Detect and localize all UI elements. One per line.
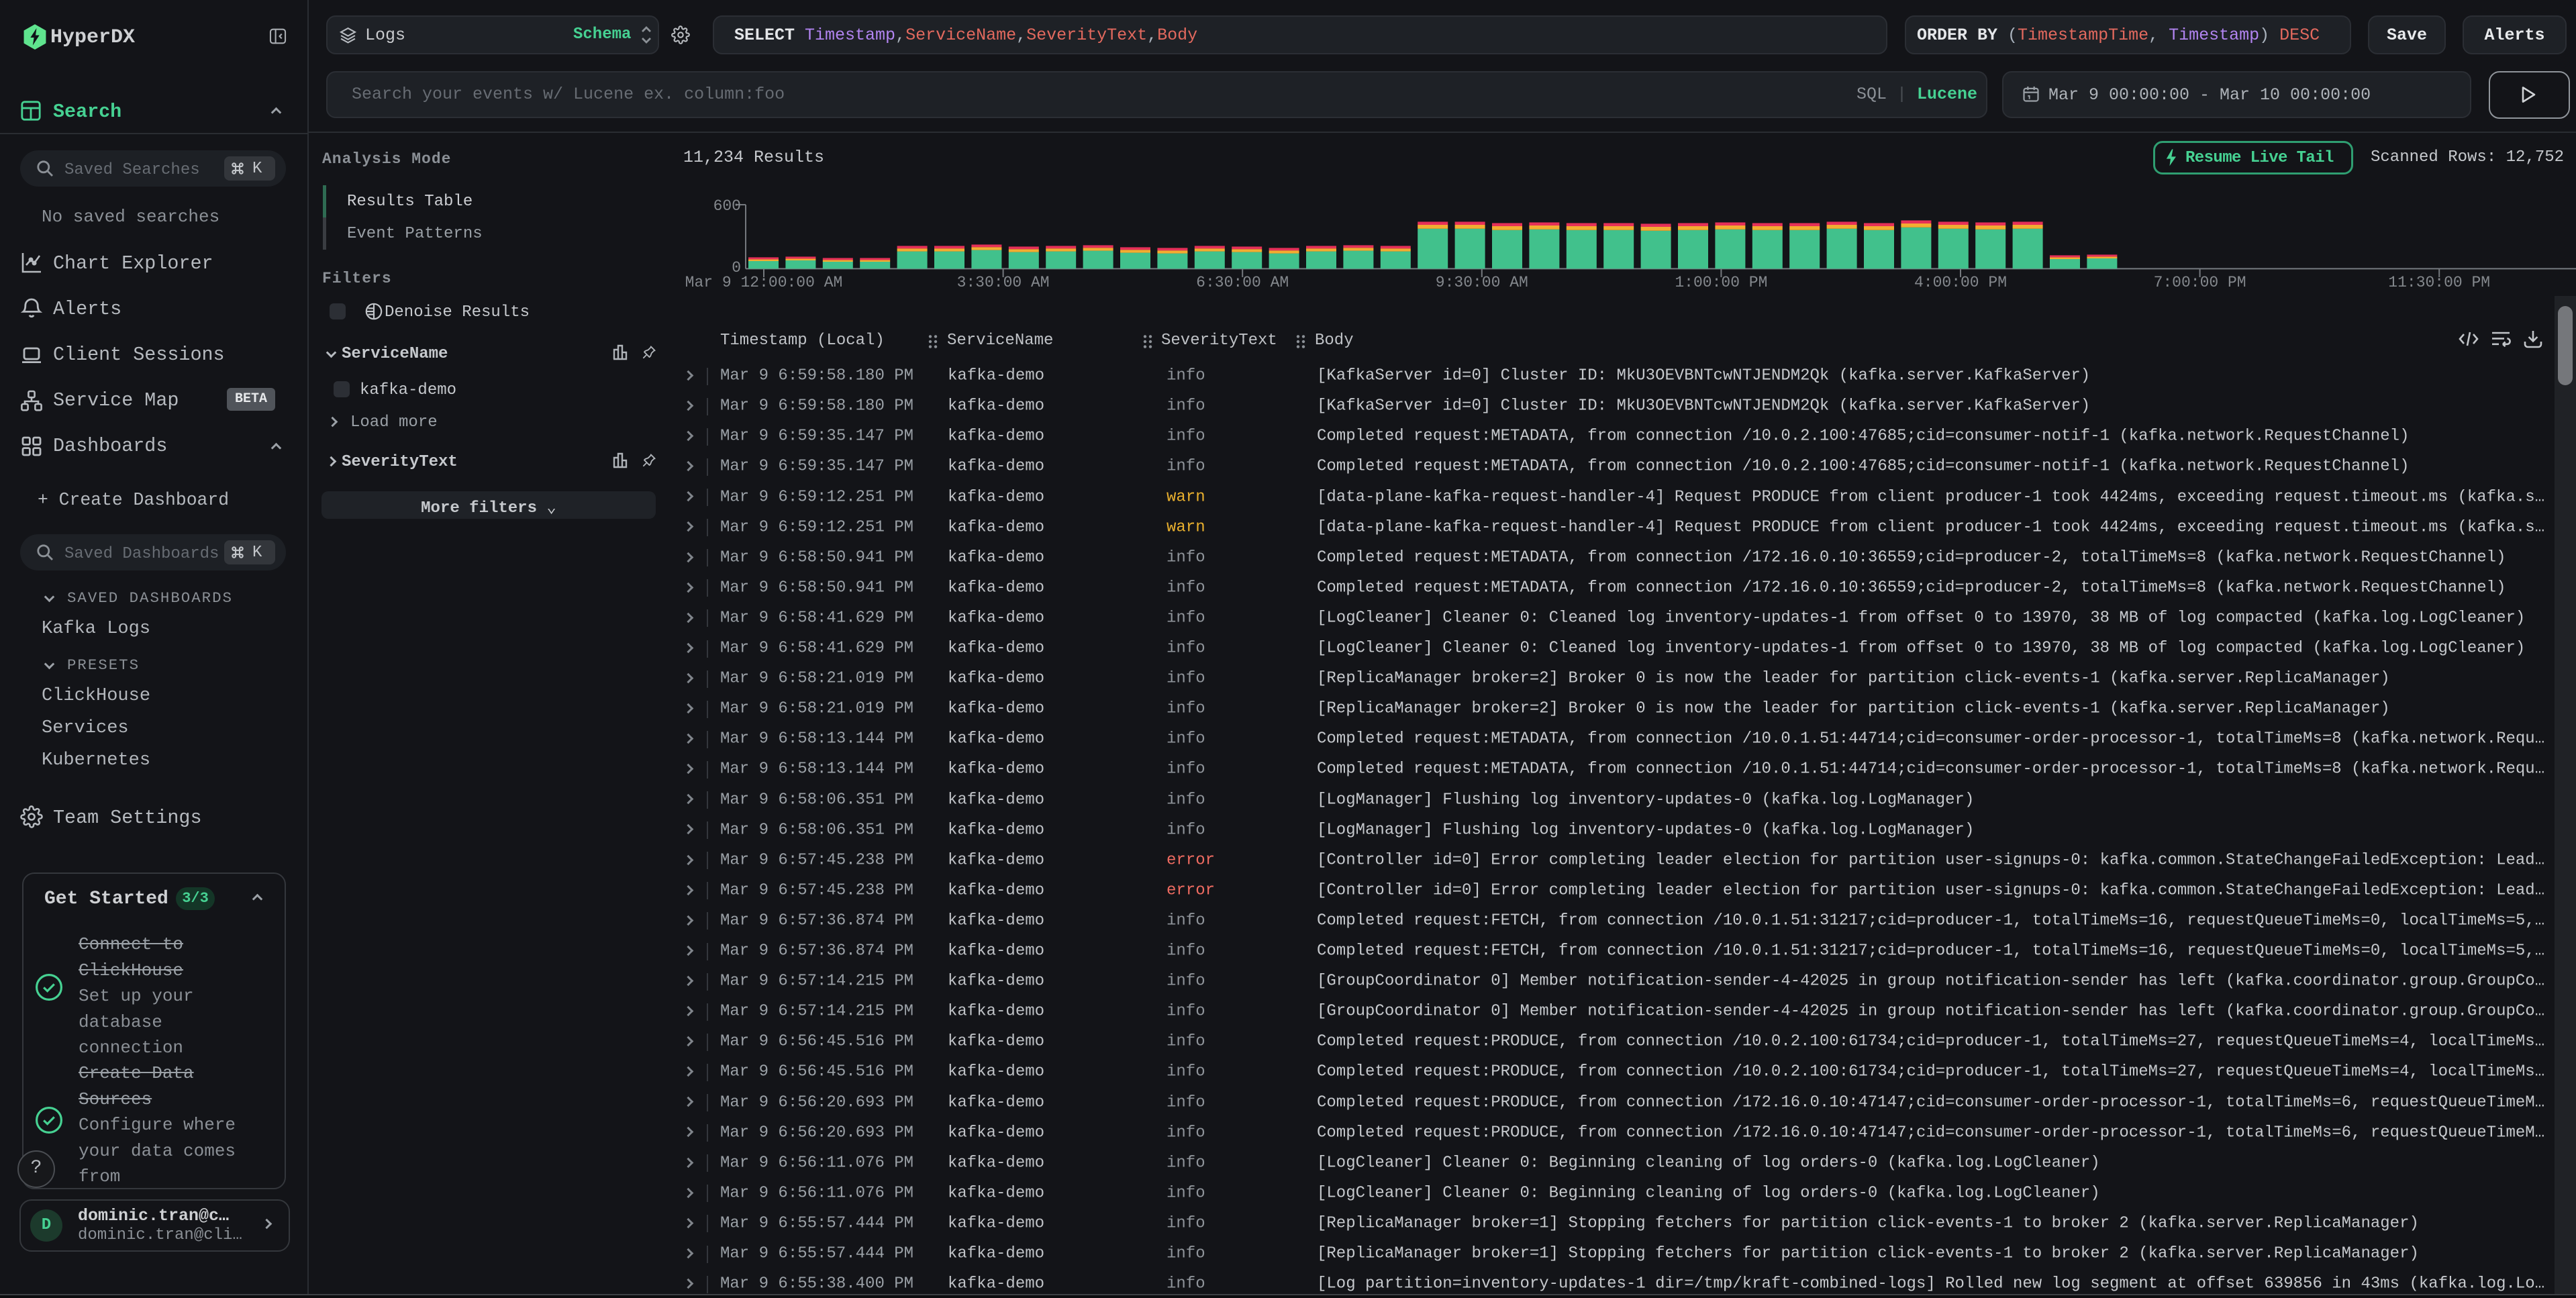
svg-text:4:00:00 PM: 4:00:00 PM <box>1914 274 2007 291</box>
svg-text:Mar 9 12:00:00 AM: Mar 9 12:00:00 AM <box>685 274 843 291</box>
svg-text:1:00:00 PM: 1:00:00 PM <box>1675 274 1767 291</box>
svg-text:6:30:00 AM: 6:30:00 AM <box>1196 274 1289 291</box>
svg-text:11:30:00 PM: 11:30:00 PM <box>2388 274 2490 291</box>
svg-text:9:30:00 AM: 9:30:00 AM <box>1436 274 1528 291</box>
svg-text:7:00:00 PM: 7:00:00 PM <box>2154 274 2246 291</box>
svg-text:600: 600 <box>713 197 741 215</box>
svg-text:3:30:00 AM: 3:30:00 AM <box>957 274 1050 291</box>
